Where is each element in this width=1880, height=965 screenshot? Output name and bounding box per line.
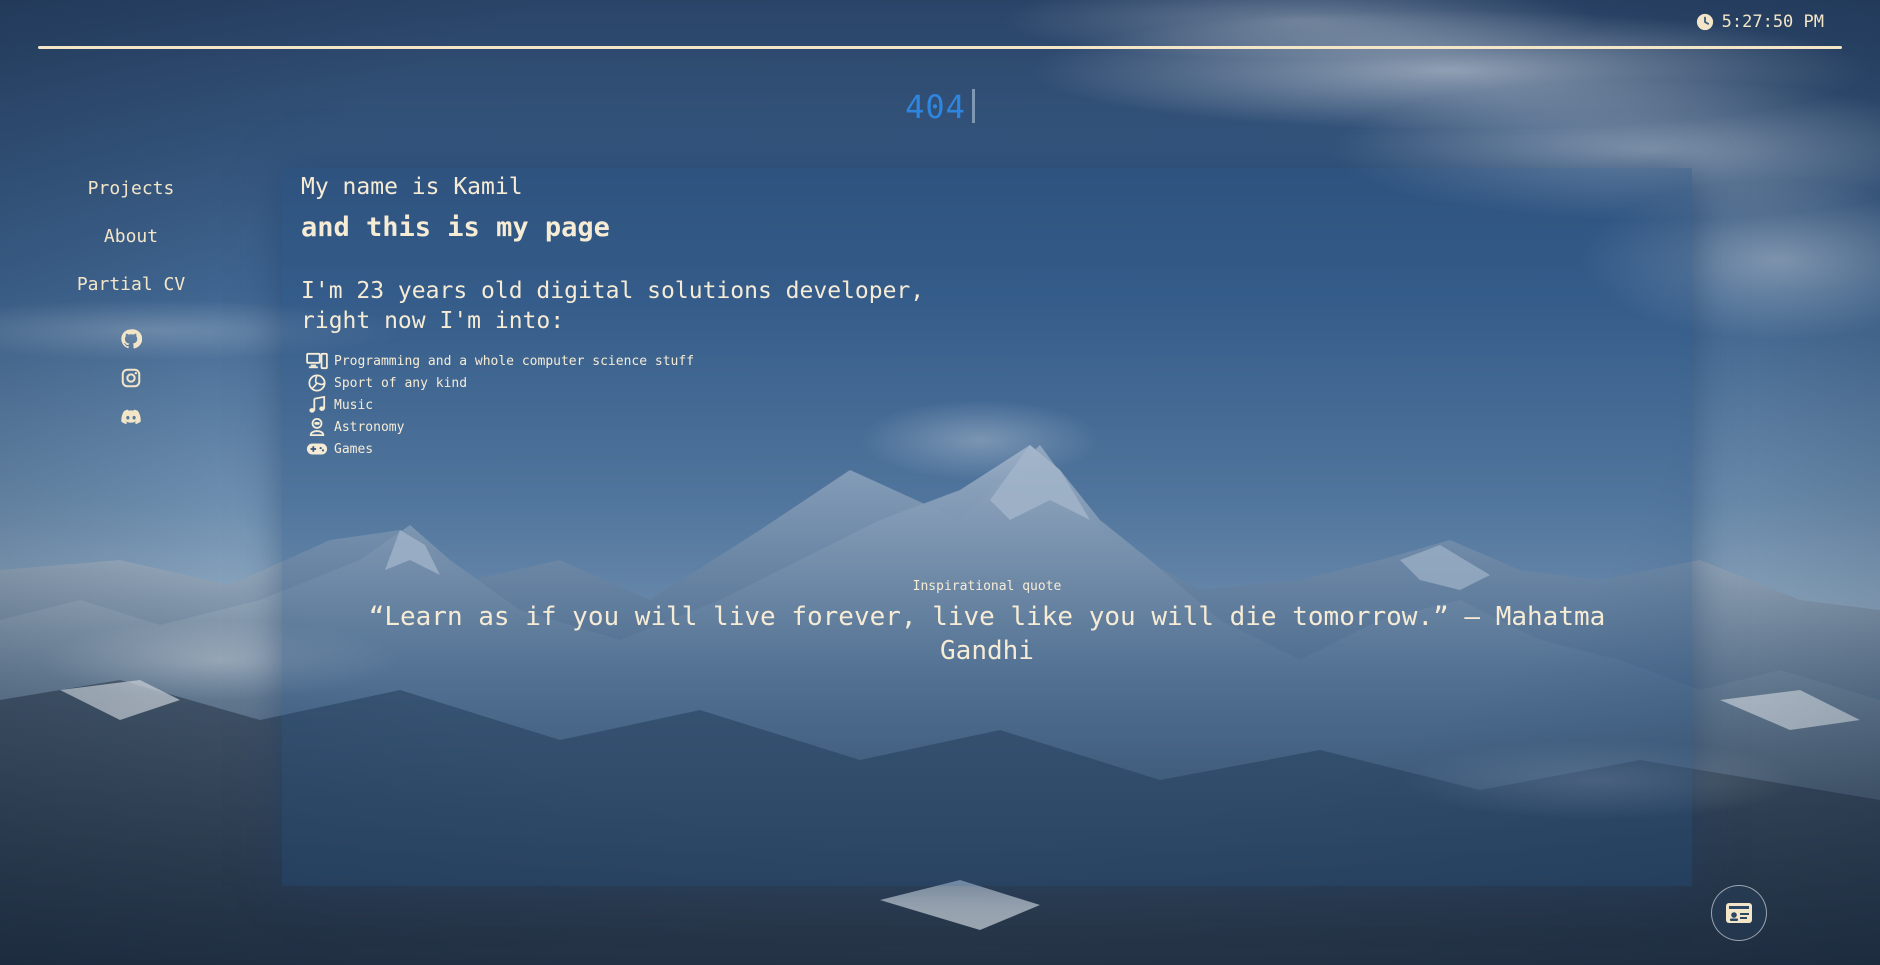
list-item: Sport of any kind (306, 372, 694, 394)
intro-name: My name is Kamil (301, 174, 523, 200)
interest-label: Music (334, 397, 374, 413)
list-item: Programming and a whole computer science… (306, 350, 694, 372)
nav-link-projects[interactable]: Projects (88, 170, 175, 218)
page-title-text: 404 (905, 88, 966, 126)
music-note-icon (309, 396, 326, 413)
clock: 5:27:50 PM (1696, 12, 1824, 32)
astronaut-icon (309, 418, 325, 436)
sidebar: Projects About Partial CV (0, 170, 262, 428)
about-text: I'm 23 years old digital solutions devel… (301, 278, 925, 334)
github-icon[interactable] (120, 328, 142, 350)
typing-caret (971, 89, 975, 123)
interest-label: Games (334, 441, 374, 457)
inspirational-quote: “Learn as if you will live forever, live… (368, 602, 1606, 666)
interest-label: Astronomy (334, 419, 405, 435)
instagram-icon[interactable] (120, 367, 142, 389)
list-item: Games (306, 438, 694, 460)
gamepad-icon (306, 443, 328, 455)
interests-list: Programming and a whole computer science… (306, 350, 694, 460)
nav-link-partial-cv[interactable]: Partial CV (77, 266, 185, 314)
list-item: Astronomy (306, 416, 694, 438)
contact-card-button[interactable] (1711, 885, 1767, 941)
id-card-icon (1726, 903, 1752, 923)
header-divider (38, 46, 1842, 49)
social-links (120, 328, 142, 428)
volleyball-icon (308, 374, 326, 392)
clock-time: 5:27:50 PM (1721, 12, 1824, 32)
page-title: 404 (0, 88, 1880, 126)
interest-label: Programming and a whole computer science… (334, 353, 695, 369)
computer-icon (306, 352, 328, 370)
intro-subtitle: and this is my page (301, 212, 610, 243)
content-panel: My name is Kamil and this is my page I'm… (282, 168, 1692, 886)
list-item: Music (306, 394, 694, 416)
clock-icon (1696, 13, 1713, 31)
nav-link-about[interactable]: About (104, 218, 158, 266)
interest-label: Sport of any kind (334, 375, 468, 391)
quote-caption: Inspirational quote (912, 579, 1062, 594)
discord-icon[interactable] (120, 406, 142, 428)
